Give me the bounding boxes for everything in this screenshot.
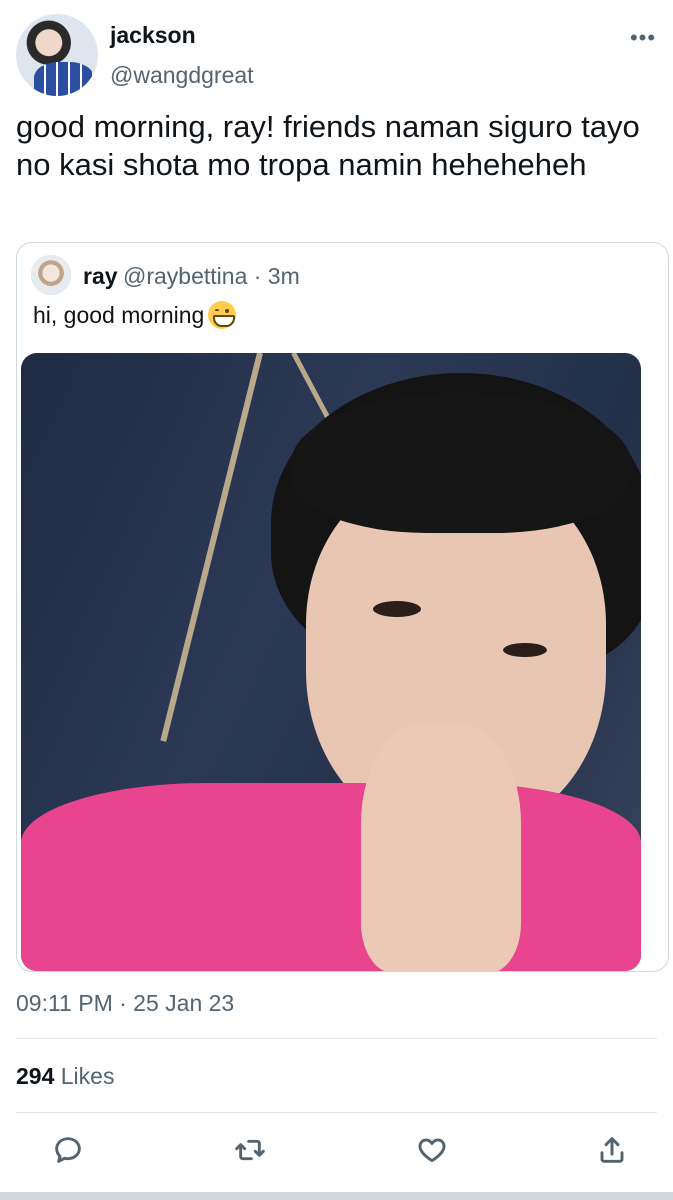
tweet-action-bar	[0, 1128, 673, 1176]
retweet-button[interactable]	[234, 1134, 274, 1174]
tweet-text: good morning, ray! friends naman siguro …	[16, 109, 640, 182]
divider	[16, 1112, 657, 1113]
share-icon	[600, 1137, 624, 1163]
quoted-tweet-text: hi, good morning	[33, 301, 237, 329]
likes-number: 294	[16, 1063, 55, 1089]
share-button[interactable]	[596, 1134, 636, 1174]
quoted-tweet-photo[interactable]	[21, 353, 641, 971]
more-icon[interactable]: •••	[629, 27, 657, 52]
likes-label: Likes	[60, 1063, 115, 1089]
quoted-tweet-card[interactable]: ray @raybettina · 3m hi, good morning	[16, 242, 669, 972]
retweet-icon	[235, 1139, 265, 1161]
likes-count[interactable]: 294 Likes	[16, 1063, 114, 1090]
tweet-timestamp[interactable]: 09:11 PM · 25 Jan 23	[16, 990, 234, 1017]
heart-icon	[418, 1138, 446, 1163]
quoted-author-handle-time[interactable]: @raybettina · 3m	[123, 263, 300, 290]
quoted-author-name[interactable]: ray	[83, 263, 118, 290]
reply-button[interactable]	[52, 1134, 92, 1174]
author-handle[interactable]: @wangdgreat	[110, 62, 254, 89]
grinning-face-emoji-icon	[208, 301, 237, 329]
reply-icon	[55, 1137, 81, 1163]
bottom-edge-bar	[0, 1192, 673, 1200]
author-avatar[interactable]	[16, 14, 98, 96]
like-button[interactable]	[416, 1134, 456, 1174]
divider	[16, 1038, 657, 1039]
tweet-author-row: jackson @wangdgreat •••	[16, 14, 657, 96]
quoted-tweet-text-content: hi, good morning	[33, 302, 205, 328]
author-display-name[interactable]: jackson	[110, 22, 196, 49]
quoted-author-avatar[interactable]	[31, 255, 71, 295]
